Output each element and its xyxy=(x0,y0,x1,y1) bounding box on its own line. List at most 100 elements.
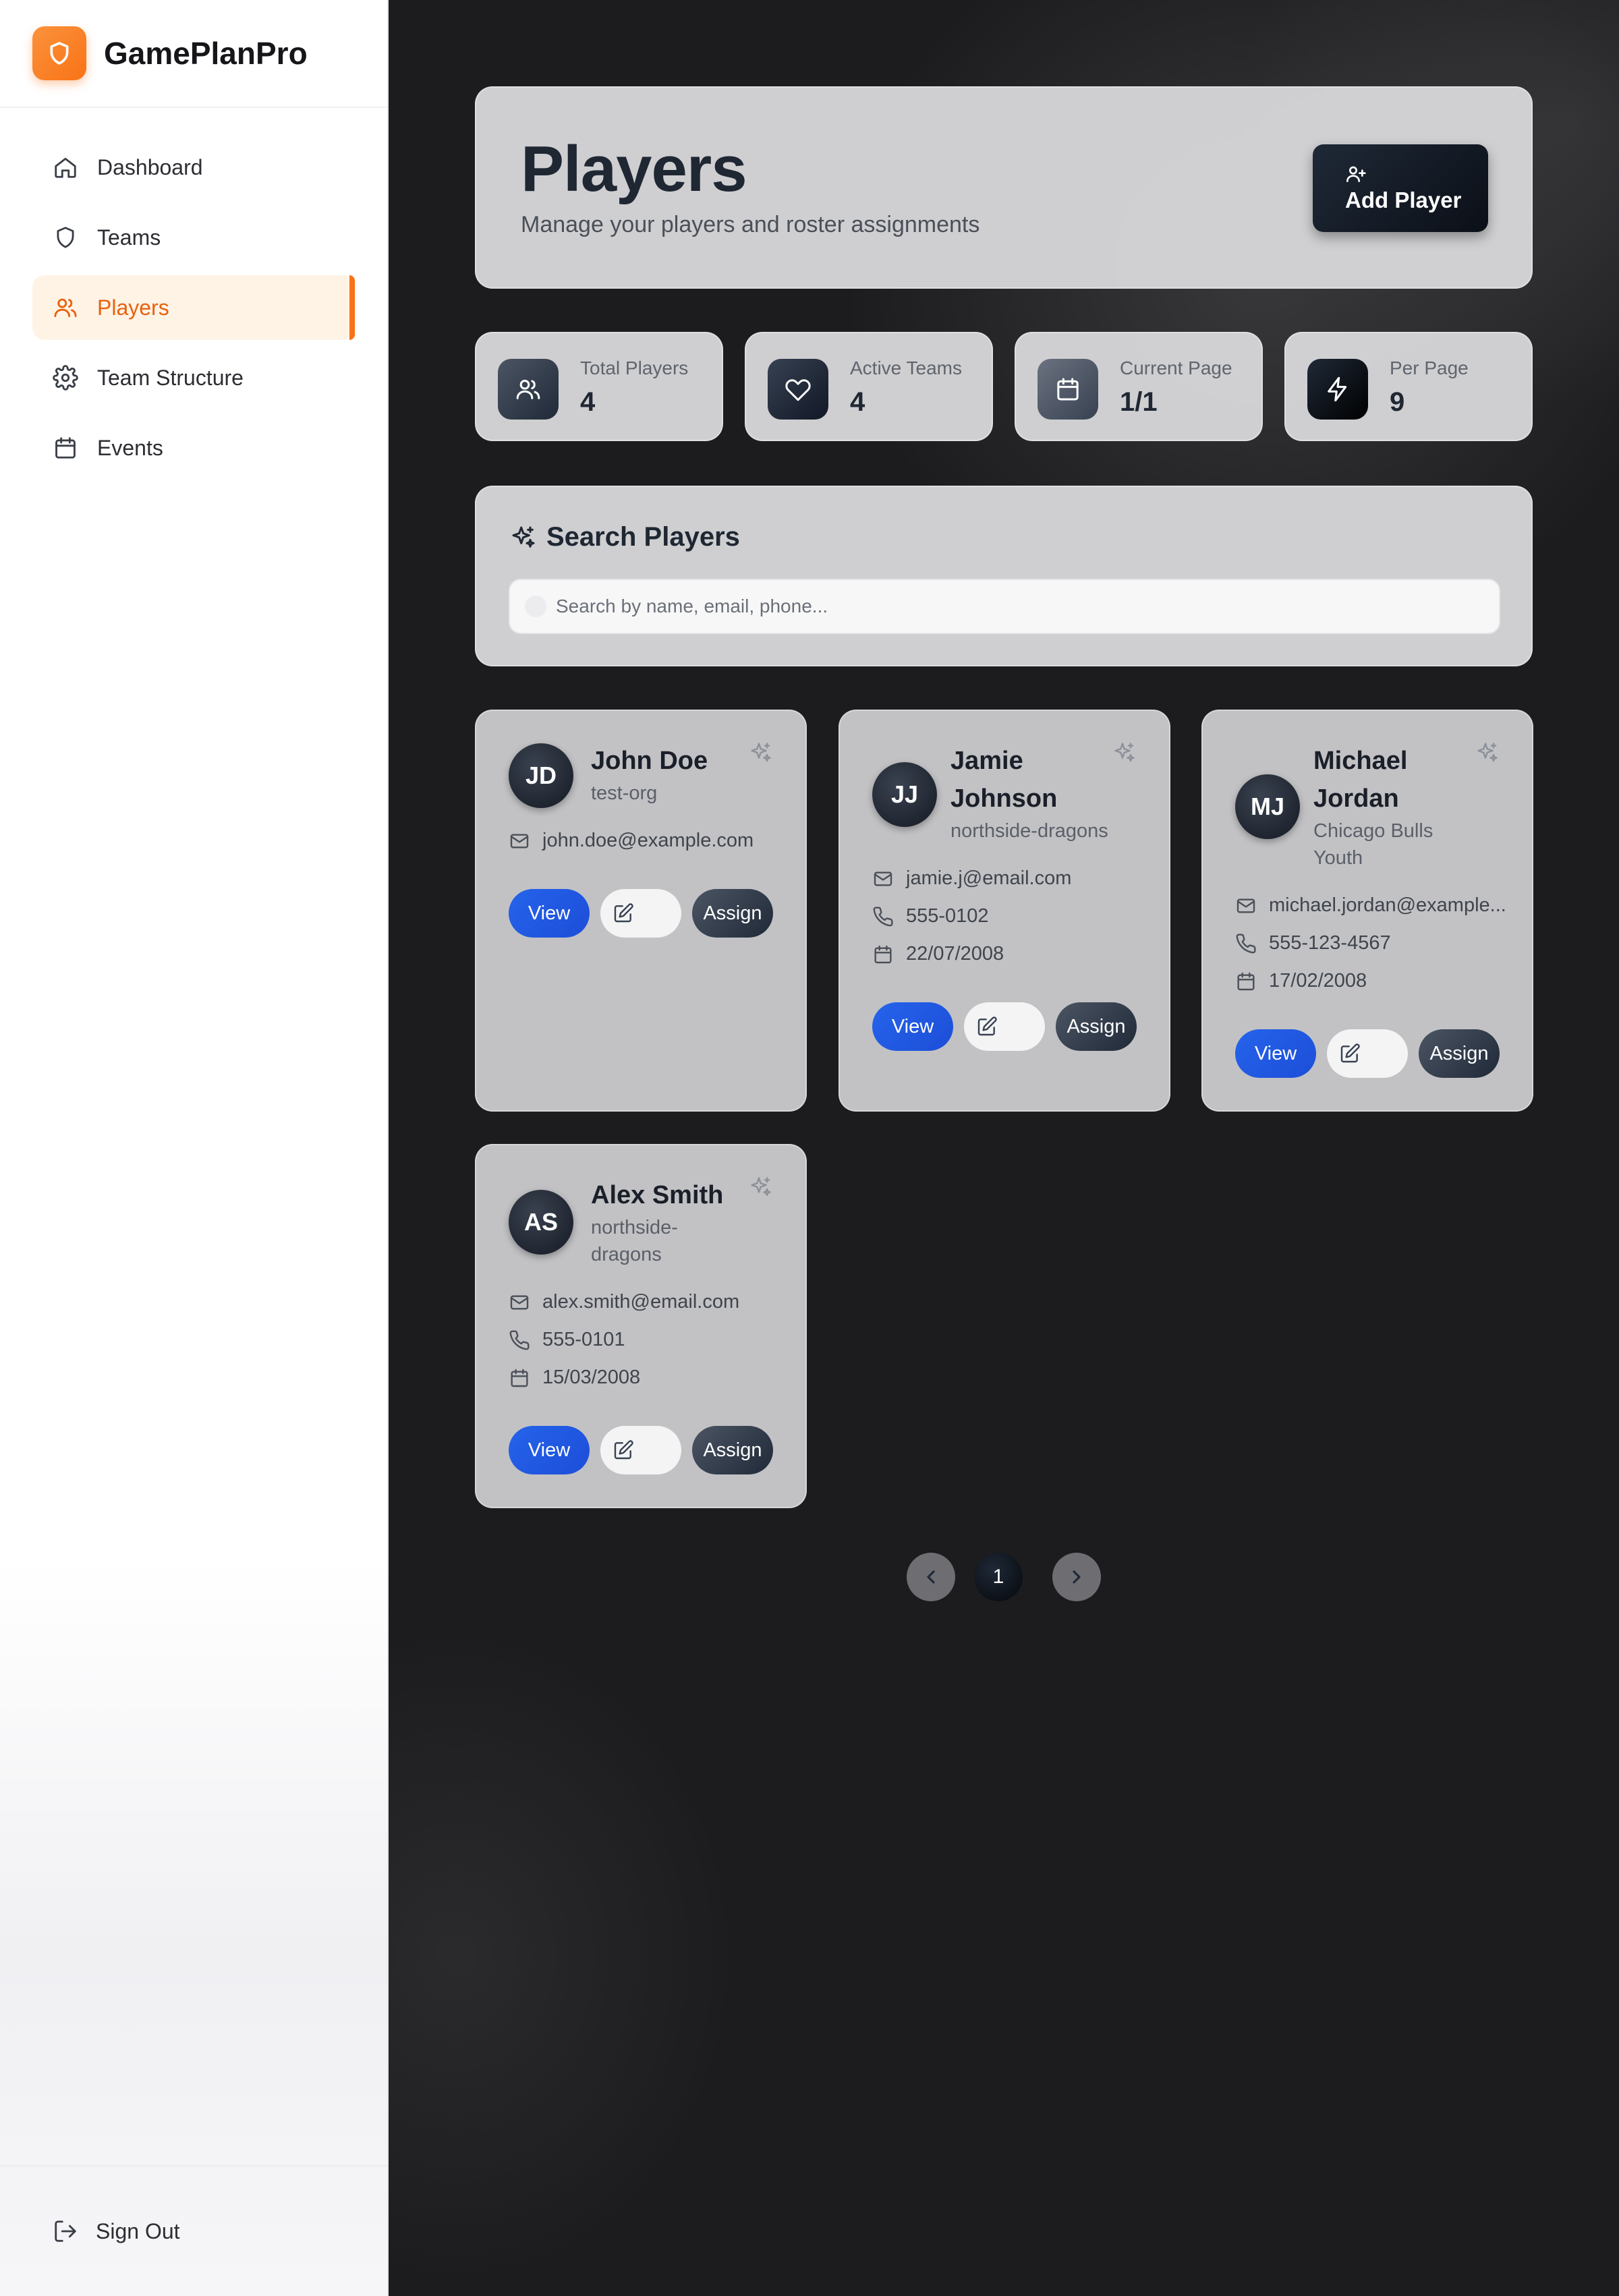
player-card: JD John Doe test-org john.doe@example.co… xyxy=(475,710,807,1112)
avatar: AS xyxy=(509,1190,573,1255)
player-email: michael.jordan@example... xyxy=(1269,894,1506,916)
view-button[interactable]: View xyxy=(872,1002,953,1051)
search-title-label: Search Players xyxy=(546,522,740,552)
search-panel: Search Players xyxy=(475,486,1533,666)
add-player-label: Add Player xyxy=(1345,188,1462,212)
lightning-icon xyxy=(1307,359,1368,420)
dob-row: 17/02/2008 xyxy=(1235,970,1367,992)
next-page-button[interactable] xyxy=(1052,1553,1101,1601)
player-name-line: Alex Smith xyxy=(591,1181,724,1209)
sparkles-icon xyxy=(512,526,535,548)
chevron-right-icon xyxy=(1073,1570,1081,1584)
shield-icon xyxy=(57,227,74,248)
sidebar-item-team-structure[interactable]: Team Structure xyxy=(32,345,355,410)
sidebar: GamePlanPro Dashboard Teams Players Team… xyxy=(0,0,389,2296)
player-name: John Doe xyxy=(591,742,708,780)
calendar-icon xyxy=(511,1369,528,1387)
calendar-icon xyxy=(1038,359,1098,420)
player-name-line: Johnson xyxy=(950,784,1058,813)
sparkles-icon[interactable] xyxy=(1475,741,1500,765)
page-header: Players Manage your players and roster a… xyxy=(475,86,1533,289)
edit-button[interactable] xyxy=(600,889,681,938)
mail-icon xyxy=(1237,898,1255,913)
player-team: Chicago Bulls Youth xyxy=(1313,817,1433,871)
player-team-line: Chicago Bulls xyxy=(1313,820,1433,842)
sidebar-item-events[interactable]: Events xyxy=(32,415,355,480)
page-title: Players xyxy=(521,133,747,205)
player-name-line: Jamie xyxy=(950,747,1023,775)
view-button[interactable]: View xyxy=(509,1426,590,1474)
player-name-line: John Doe xyxy=(591,747,708,775)
assign-button[interactable]: Assign xyxy=(1056,1002,1137,1051)
sparkles-icon[interactable] xyxy=(749,741,773,765)
dob-row: 15/03/2008 xyxy=(509,1367,640,1389)
player-dob: 22/07/2008 xyxy=(906,943,1004,965)
page-number-button[interactable]: 1 xyxy=(974,1553,1023,1601)
phone-icon xyxy=(873,906,893,926)
edit-icon xyxy=(614,903,633,923)
player-name-line: Jordan xyxy=(1313,784,1399,813)
stat-label: Active Teams xyxy=(850,357,962,378)
mail-icon xyxy=(510,833,529,849)
edit-button[interactable] xyxy=(1327,1029,1408,1078)
player-email: jamie.j@email.com xyxy=(906,867,1072,889)
calendar-icon xyxy=(55,437,76,459)
sidebar-item-label: Players xyxy=(97,295,169,320)
email-row: john.doe@example.com xyxy=(509,830,754,852)
assign-button[interactable]: Assign xyxy=(1419,1029,1500,1078)
logout-icon xyxy=(55,2220,76,2242)
stat-label: Current Page xyxy=(1120,357,1232,378)
chevron-left-icon xyxy=(927,1570,935,1584)
sidebar-item-label: Team Structure xyxy=(97,365,244,390)
player-team: northside- dragons xyxy=(591,1214,678,1268)
edit-icon xyxy=(977,1016,997,1036)
sidebar-item-label: Dashboard xyxy=(97,154,203,179)
sign-out-label: Sign Out xyxy=(96,2218,180,2243)
mail-icon xyxy=(510,1294,529,1310)
stat-value: 4 xyxy=(850,387,865,417)
main-content: Players Manage your players and roster a… xyxy=(389,0,1619,2296)
search-field[interactable] xyxy=(509,579,1500,634)
stat-value: 4 xyxy=(580,387,596,417)
sidebar-item-teams[interactable]: Teams xyxy=(32,205,355,270)
sparkles-icon[interactable] xyxy=(749,1175,773,1199)
sign-out-button[interactable]: Sign Out xyxy=(53,2218,180,2244)
sidebar-item-players[interactable]: Players xyxy=(32,275,355,340)
calendar-icon xyxy=(874,945,892,963)
player-dob: 15/03/2008 xyxy=(542,1367,641,1388)
phone-row: 555-123-4567 xyxy=(1235,932,1391,954)
player-team-line: northside-dragons xyxy=(950,820,1108,842)
heart-icon xyxy=(768,359,828,420)
sidebar-item-dashboard[interactable]: Dashboard xyxy=(32,135,355,200)
player-name-line: Michael xyxy=(1313,747,1408,775)
stat-value: 9 xyxy=(1390,387,1405,417)
player-phone: 555-0101 xyxy=(542,1329,625,1350)
player-team-line: test-org xyxy=(591,782,658,804)
search-input[interactable] xyxy=(556,596,1487,617)
player-phone: 555-0102 xyxy=(906,905,989,927)
sidebar-nav: Dashboard Teams Players Team Structure E… xyxy=(0,108,387,480)
player-team-line: Youth xyxy=(1313,847,1363,869)
view-button[interactable]: View xyxy=(1235,1029,1316,1078)
sidebar-item-label: Teams xyxy=(97,225,161,250)
edit-button[interactable] xyxy=(964,1002,1045,1051)
sparkles-icon[interactable] xyxy=(1112,741,1137,765)
player-phone: 555-123-4567 xyxy=(1269,932,1391,954)
stat-current-page: Current Page 1/1 xyxy=(1015,332,1263,441)
view-button[interactable]: View xyxy=(509,889,590,938)
users-icon xyxy=(498,359,559,420)
edit-icon xyxy=(614,1440,633,1460)
add-player-button[interactable]: Add Player xyxy=(1313,144,1488,232)
email-row: michael.jordan@example... xyxy=(1235,894,1506,917)
player-name: Jamie Johnson xyxy=(950,742,1057,817)
player-email: john.doe@example.com xyxy=(542,830,754,851)
assign-button[interactable]: Assign xyxy=(692,889,773,938)
prev-page-button[interactable] xyxy=(907,1553,955,1601)
edit-icon xyxy=(1340,1043,1360,1063)
edit-button[interactable] xyxy=(600,1426,681,1474)
phone-row: 555-0101 xyxy=(509,1329,625,1351)
avatar: JD xyxy=(509,743,573,808)
assign-button[interactable]: Assign xyxy=(692,1426,773,1474)
brand[interactable]: GamePlanPro xyxy=(0,0,387,108)
phone-icon xyxy=(1236,933,1256,953)
